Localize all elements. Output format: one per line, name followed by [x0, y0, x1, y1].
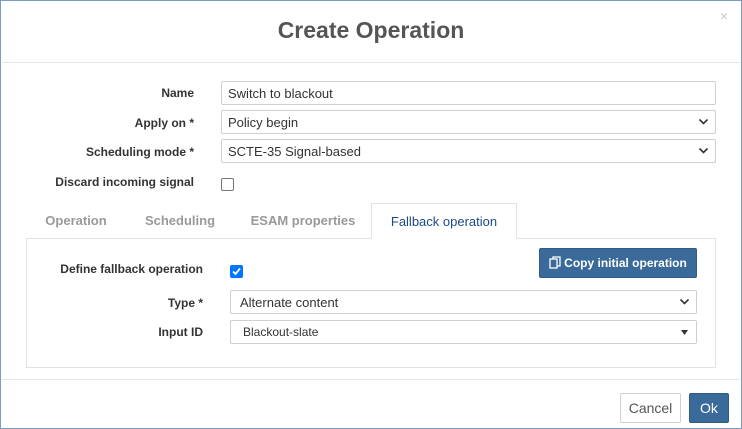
- tab-esam-properties[interactable]: ESAM properties: [249, 203, 357, 239]
- cancel-button[interactable]: Cancel: [620, 393, 681, 423]
- create-operation-dialog: Create Operation × Name Switch to blacko…: [0, 0, 742, 429]
- ok-button[interactable]: Ok: [689, 393, 729, 423]
- input-id-label: Input ID: [158, 325, 203, 339]
- input-id-select[interactable]: Blackout-slate: [230, 320, 697, 344]
- type-value: Alternate content: [240, 295, 339, 310]
- define-fallback-checkbox[interactable]: [230, 265, 243, 278]
- tab-fallback-operation[interactable]: Fallback operation: [371, 203, 517, 239]
- chevron-down-icon: [698, 118, 709, 125]
- input-id-value: Blackout-slate: [243, 325, 319, 339]
- copy-icon: [549, 256, 561, 269]
- name-input[interactable]: Switch to blackout: [221, 81, 716, 105]
- check-icon: [232, 267, 241, 276]
- type-label: Type *: [167, 296, 203, 310]
- define-fallback-label: Define fallback operation: [60, 262, 203, 276]
- dialog-title: Create Operation: [277, 17, 465, 43]
- apply-on-value: Policy begin: [228, 115, 299, 130]
- discard-signal-checkbox[interactable]: [221, 178, 234, 191]
- copy-initial-operation-button[interactable]: Copy initial operation: [539, 248, 697, 278]
- scheduling-mode-value: SCTE-35 Signal-based: [228, 144, 361, 159]
- discard-signal-label: Discard incoming signal: [55, 175, 194, 189]
- caret-down-icon: [681, 330, 688, 335]
- tab-operation[interactable]: Operation: [41, 203, 111, 239]
- chevron-down-icon: [679, 298, 690, 305]
- tab-scheduling[interactable]: Scheduling: [141, 203, 219, 239]
- copy-button-label: Copy initial operation: [564, 256, 687, 270]
- apply-on-label: Apply on *: [134, 116, 194, 130]
- name-label: Name: [161, 86, 194, 100]
- close-icon[interactable]: ×: [720, 8, 728, 24]
- apply-on-select[interactable]: Policy begin: [221, 110, 716, 134]
- scheduling-mode-label: Scheduling mode *: [85, 145, 194, 159]
- type-select[interactable]: Alternate content: [230, 290, 697, 314]
- scheduling-mode-select[interactable]: SCTE-35 Signal-based: [221, 139, 716, 163]
- chevron-down-icon: [698, 147, 709, 154]
- dialog-header: Create Operation ×: [2, 2, 740, 63]
